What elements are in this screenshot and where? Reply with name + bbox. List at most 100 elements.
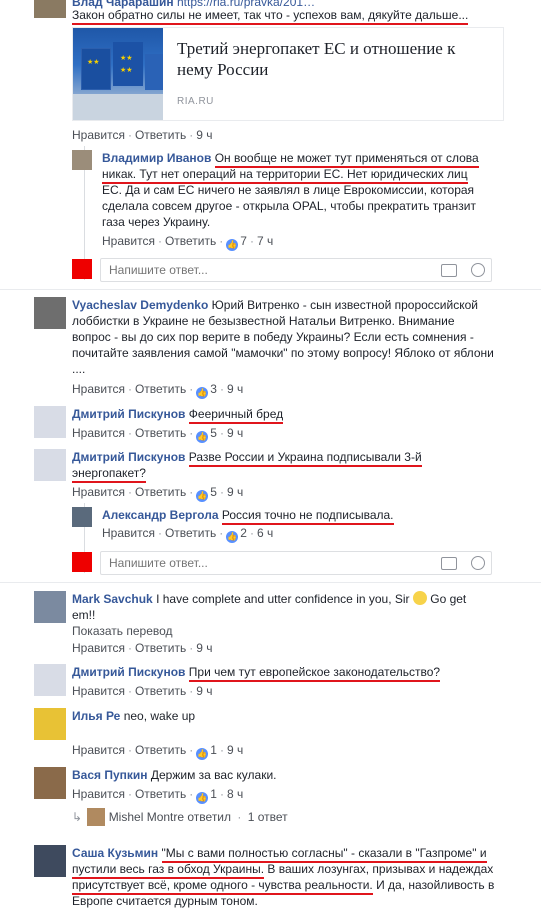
reply-summary-name[interactable]: Mishel Montre	[109, 810, 184, 824]
like-icon[interactable]: 👍	[196, 748, 209, 760]
reply-link[interactable]: Ответить	[135, 485, 186, 499]
like-link[interactable]: Нравится	[72, 128, 125, 142]
like-count[interactable]: 5	[210, 426, 217, 440]
like-link[interactable]: Нравится	[72, 684, 125, 698]
like-count[interactable]: 2	[240, 526, 247, 540]
underlined-text: Разве России и Украина подписывали 3-й	[188, 450, 422, 467]
eu-flags-image: ★★ ★★ ★★	[73, 28, 163, 120]
reply-link[interactable]: Ответить	[165, 526, 216, 540]
reply-link[interactable]: Ответить	[135, 684, 186, 698]
comment-author[interactable]: Саша Кузьмин	[72, 846, 158, 860]
reply-link[interactable]: Ответить	[135, 787, 186, 801]
like-link[interactable]: Нравится	[72, 382, 125, 396]
comment-author[interactable]: Mark Savchuk	[72, 592, 153, 606]
reply-link[interactable]: Ответить	[135, 128, 186, 142]
flag-shape	[145, 54, 163, 90]
avatar[interactable]	[34, 708, 66, 740]
separator: ·	[127, 426, 132, 440]
avatar[interactable]	[34, 297, 66, 329]
reply-input[interactable]	[107, 555, 411, 571]
like-count[interactable]: 1	[210, 787, 217, 801]
like-icon[interactable]: 👍	[226, 239, 239, 251]
reply-text: Владимир Иванов Он вообще не может тут п…	[102, 150, 522, 230]
timestamp[interactable]: 9 ч	[227, 382, 243, 396]
comment-author[interactable]: Vyacheslav Demydenko	[72, 298, 208, 312]
timestamp[interactable]: 9 ч	[227, 426, 243, 440]
separator: ·	[127, 128, 132, 142]
timestamp[interactable]: 6 ч	[257, 526, 273, 540]
reply-input-box[interactable]	[100, 551, 492, 575]
card-title[interactable]: Третий энергопакет ЕС и отношение к нему…	[177, 38, 487, 80]
comment-author[interactable]: Вася Пупкин	[72, 768, 148, 782]
emoji-icon[interactable]	[471, 556, 485, 570]
comment-author[interactable]: Дмитрий Пискунов	[72, 450, 185, 464]
comment-author[interactable]: Дмитрий Пискунов	[72, 407, 185, 421]
avatar[interactable]	[34, 449, 66, 481]
timestamp[interactable]: 9 ч	[196, 128, 212, 142]
timestamp[interactable]: 9 ч	[196, 641, 212, 655]
avatar[interactable]	[34, 767, 66, 799]
star-icon: ★★	[120, 67, 133, 74]
reply-link[interactable]: Ответить	[135, 382, 186, 396]
avatar[interactable]	[34, 406, 66, 438]
like-link[interactable]: Нравится	[102, 526, 155, 540]
reply-input-box[interactable]	[100, 258, 492, 282]
reply-link[interactable]: Ответить	[135, 641, 186, 655]
building-shape	[73, 94, 163, 120]
like-icon[interactable]: 👍	[196, 431, 209, 443]
avatar[interactable]	[72, 150, 92, 170]
like-icon[interactable]: 👍	[196, 490, 209, 502]
avatar[interactable]	[34, 0, 66, 18]
like-link[interactable]: Нравится	[72, 426, 125, 440]
camera-icon[interactable]	[441, 264, 457, 277]
reply-link[interactable]: Ответить	[135, 426, 186, 440]
separator: ·	[219, 743, 224, 757]
text-line: Go get	[430, 592, 467, 606]
emoji-icon[interactable]	[471, 263, 485, 277]
reply-author[interactable]: Александр Вергола	[102, 508, 219, 522]
like-icon[interactable]: 👍	[226, 531, 239, 543]
underlined-text: "Мы с вами полностью согласны" - сказали…	[161, 846, 487, 863]
underlined-text: энергопакет?	[72, 466, 146, 483]
like-count[interactable]: 5	[210, 485, 217, 499]
like-count[interactable]: 7	[240, 234, 247, 248]
like-link[interactable]: Нравится	[72, 787, 125, 801]
camera-icon[interactable]	[441, 557, 457, 570]
avatar[interactable]	[72, 507, 92, 527]
avatar[interactable]	[34, 591, 66, 623]
like-count[interactable]: 1	[210, 743, 217, 757]
timestamp[interactable]: 8 ч	[227, 787, 243, 801]
card-source: RIA.RU	[177, 96, 214, 107]
like-link[interactable]: Нравится	[72, 485, 125, 499]
avatar[interactable]	[34, 845, 66, 877]
comment-author[interactable]: Илья Ре	[72, 709, 120, 723]
like-icon[interactable]: 👍	[196, 792, 209, 804]
comment-actions: Нравится · Ответить · 👍 5 · 9 ч	[72, 426, 243, 443]
reply-author[interactable]: Владимир Иванов	[102, 151, 211, 165]
timestamp[interactable]: 7 ч	[257, 234, 273, 248]
translate-link[interactable]: Показать перевод	[72, 624, 173, 638]
separator: ·	[219, 485, 224, 499]
like-count[interactable]: 3	[210, 382, 217, 396]
reply-link[interactable]: Ответить	[165, 234, 216, 248]
like-link[interactable]: Нравится	[72, 743, 125, 757]
link-preview-card[interactable]: ★★ ★★ ★★ Третий энергопакет ЕС и отношен…	[72, 27, 504, 121]
reply-summary-count[interactable]: 1 ответ	[248, 810, 288, 824]
timestamp[interactable]: 9 ч	[227, 485, 243, 499]
avatar[interactable]	[34, 664, 66, 696]
timestamp[interactable]: 9 ч	[227, 743, 243, 757]
separator: ·	[127, 382, 132, 396]
reply-actions: Нравится · Ответить · 👍 7 · 7 ч	[102, 234, 273, 251]
reply-input[interactable]	[107, 262, 411, 278]
like-link[interactable]: Нравится	[102, 234, 155, 248]
separator: ·	[127, 641, 132, 655]
reply-summary[interactable]: ↳ Mishel Montre ответил · 1 ответ	[72, 808, 288, 826]
reply-link[interactable]: Ответить	[135, 743, 186, 757]
comment-author[interactable]: Дмитрий Пискунов	[72, 665, 185, 679]
like-link[interactable]: Нравится	[72, 641, 125, 655]
text-line: Европе считается дурным тоном.	[72, 894, 258, 908]
avatar	[72, 552, 92, 572]
like-icon[interactable]: 👍	[196, 387, 209, 399]
underlined-text: присутствует всё, кроме одного - чувства…	[72, 878, 373, 895]
timestamp[interactable]: 9 ч	[196, 684, 212, 698]
